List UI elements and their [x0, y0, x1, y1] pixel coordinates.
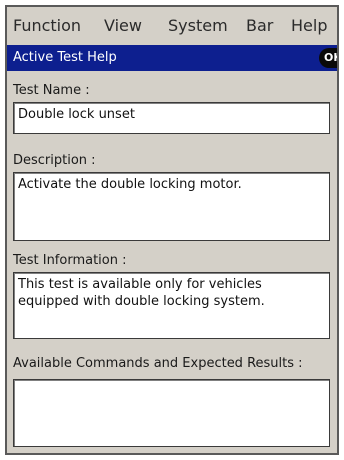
menu-bar-item[interactable]: Bar	[246, 16, 273, 35]
test-information-field[interactable]: This test is available only for vehicles…	[13, 272, 330, 339]
test-information-label: Test Information :	[13, 253, 127, 268]
description-field[interactable]: Activate the double locking motor.	[13, 172, 330, 241]
menu-bar: Function View System Bar Help	[7, 7, 337, 45]
menu-function[interactable]: Function	[13, 16, 81, 35]
commands-field[interactable]	[13, 379, 330, 447]
menu-view[interactable]: View	[104, 16, 142, 35]
menu-help[interactable]: Help	[291, 16, 327, 35]
ok-button[interactable]: OK	[319, 48, 337, 68]
test-name-field[interactable]: Double lock unset	[13, 102, 330, 134]
help-window: Function View System Bar Help Active Tes…	[5, 5, 339, 455]
menu-system[interactable]: System	[168, 16, 228, 35]
test-name-label: Test Name :	[13, 83, 90, 98]
window-title: Active Test Help	[13, 50, 117, 65]
commands-label: Available Commands and Expected Results …	[13, 356, 303, 371]
title-bar: Active Test Help OK	[7, 45, 337, 71]
description-label: Description :	[13, 153, 96, 168]
